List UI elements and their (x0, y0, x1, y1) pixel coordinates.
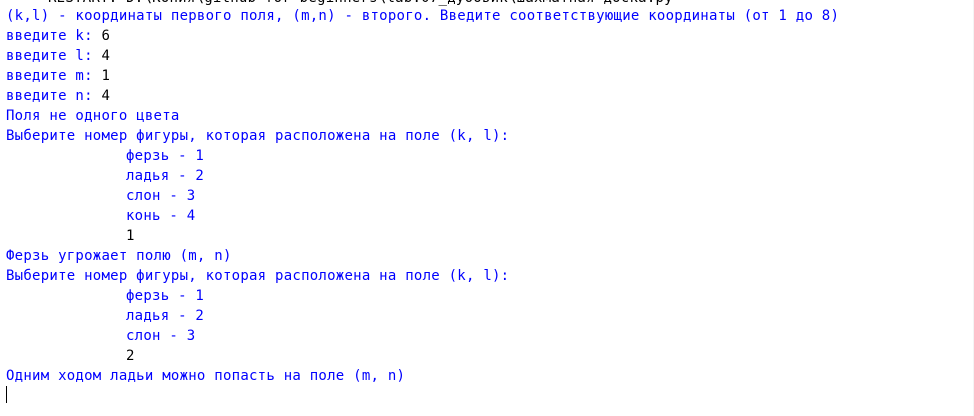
output-line: Ферзь угрожает полю (m, n) (6, 248, 232, 264)
prompt-line-n: введите n: 4 (6, 86, 110, 106)
input-value: 4 (101, 88, 111, 104)
output-line: Выберите номер фигуры, которая расположе… (6, 268, 510, 284)
prompt-text: введите k: (6, 28, 102, 44)
prompt-line-l: введите l: 4 (6, 46, 110, 66)
output-line: Одним ходом ладьи можно попасть на поле … (6, 368, 406, 384)
menu-line: ферзь - 1 (126, 288, 205, 304)
menu-line: конь - 4 (126, 208, 196, 224)
menu-line: слон - 3 (126, 328, 196, 344)
input-value: 4 (101, 48, 111, 64)
prompt-text: введите m: (6, 68, 102, 84)
input-line: 2 (126, 348, 135, 364)
input-value: 6 (101, 28, 111, 44)
menu-line: ферзь - 1 (126, 148, 205, 164)
bottom-edge (0, 410, 974, 416)
menu-line: слон - 3 (126, 188, 196, 204)
text-cursor[interactable] (6, 386, 7, 403)
python-shell-output[interactable]: RESTART: D:\Копия\github for beginners\l… (0, 0, 974, 416)
output-line: Поля не одного цвета (6, 108, 180, 124)
instruction-line: (k,l) - координаты первого поля, (m,n) -… (6, 8, 840, 24)
input-line: 1 (126, 228, 135, 244)
prompt-line-k: введите k: 6 (6, 26, 110, 46)
prompt-text: введите n: (6, 88, 102, 104)
prompt-line-m: введите m: 1 (6, 66, 110, 86)
menu-line: ладья - 2 (126, 168, 205, 184)
input-value: 1 (101, 68, 111, 84)
menu-line: ладья - 2 (126, 308, 205, 324)
prompt-text: введите l: (6, 48, 102, 64)
output-line: Выберите номер фигуры, которая расположе… (6, 128, 510, 144)
